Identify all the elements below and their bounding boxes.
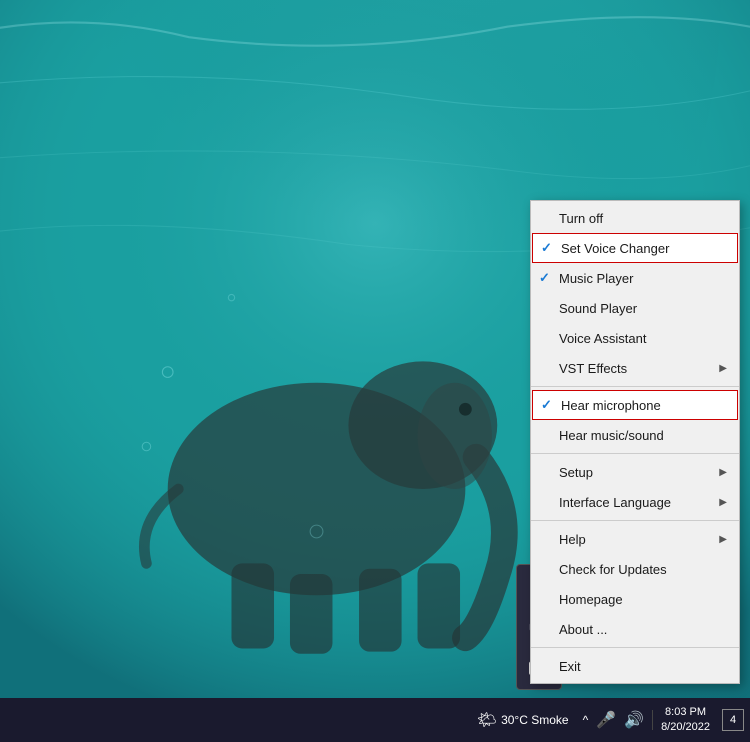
menu-label-about: About ... [559, 622, 727, 637]
menu-separator [531, 520, 739, 521]
taskbar: 🌤 30°C Smoke ^ 🎤 🔊 8:03 PM 8/20/2022 4 [0, 698, 750, 742]
menu-checkmark-set-voice-changer: ✓ [541, 240, 561, 256]
menu-label-help: Help [559, 532, 719, 547]
menu-item-voice-assistant[interactable]: Voice Assistant [531, 323, 739, 353]
menu-label-hear-music-sound: Hear music/sound [559, 428, 727, 443]
menu-arrow-setup: ▶ [719, 467, 727, 478]
menu-item-turn-off[interactable]: Turn off [531, 203, 739, 233]
weather-text: 30°C Smoke [501, 713, 569, 727]
menu-checkmark-music-player: ✓ [539, 270, 559, 286]
menu-label-voice-assistant: Voice Assistant [559, 331, 727, 346]
microphone-tray-icon[interactable]: 🎤 [596, 710, 616, 730]
menu-item-help[interactable]: Help▶ [531, 524, 739, 554]
menu-separator [531, 386, 739, 387]
notification-badge[interactable]: 4 [722, 709, 744, 731]
menu-item-exit[interactable]: Exit [531, 651, 739, 681]
menu-item-hear-microphone[interactable]: ✓Hear microphone [532, 390, 738, 420]
menu-arrow-help: ▶ [719, 534, 727, 545]
menu-item-homepage[interactable]: Homepage [531, 584, 739, 614]
clock-time: 8:03 PM [665, 705, 706, 720]
menu-arrow-vst-effects: ▶ [719, 363, 727, 374]
menu-label-hear-microphone: Hear microphone [561, 398, 725, 413]
menu-label-setup: Setup [559, 465, 719, 480]
menu-label-exit: Exit [559, 659, 727, 674]
menu-checkmark-hear-microphone: ✓ [541, 397, 561, 413]
clock-widget: 8:03 PM 8/20/2022 [661, 705, 710, 736]
weather-icon: 🌤 [477, 710, 497, 730]
menu-item-setup[interactable]: Setup▶ [531, 457, 739, 487]
menu-label-music-player: Music Player [559, 271, 727, 286]
menu-label-homepage: Homepage [559, 592, 727, 607]
menu-item-set-voice-changer[interactable]: ✓Set Voice Changer [532, 233, 738, 263]
menu-separator [531, 647, 739, 648]
context-menu: Turn off✓Set Voice Changer✓Music PlayerS… [530, 200, 740, 684]
taskbar-right: 🌤 30°C Smoke ^ 🎤 🔊 8:03 PM 8/20/2022 4 [477, 705, 750, 736]
speaker-tray-icon[interactable]: 🔊 [624, 710, 644, 730]
menu-arrow-interface-language: ▶ [719, 497, 727, 508]
menu-separator [531, 453, 739, 454]
menu-label-interface-language: Interface Language [559, 495, 719, 510]
menu-label-vst-effects: VST Effects [559, 361, 719, 376]
menu-label-sound-player: Sound Player [559, 301, 727, 316]
weather-widget: 🌤 30°C Smoke [477, 710, 569, 730]
menu-item-music-player[interactable]: ✓Music Player [531, 263, 739, 293]
clock-date: 8/20/2022 [661, 720, 710, 735]
system-tray-icons: ^ 🎤 🔊 [583, 710, 653, 730]
menu-label-turn-off: Turn off [559, 211, 727, 226]
menu-item-hear-music-sound[interactable]: Hear music/sound [531, 420, 739, 450]
caret-up-icon[interactable]: ^ [583, 713, 589, 727]
menu-item-about[interactable]: About ... [531, 614, 739, 644]
menu-label-check-for-updates: Check for Updates [559, 562, 727, 577]
menu-item-interface-language[interactable]: Interface Language▶ [531, 487, 739, 517]
menu-label-set-voice-changer: Set Voice Changer [561, 241, 725, 256]
menu-item-sound-player[interactable]: Sound Player [531, 293, 739, 323]
menu-item-check-for-updates[interactable]: Check for Updates [531, 554, 739, 584]
menu-item-vst-effects[interactable]: VST Effects▶ [531, 353, 739, 383]
